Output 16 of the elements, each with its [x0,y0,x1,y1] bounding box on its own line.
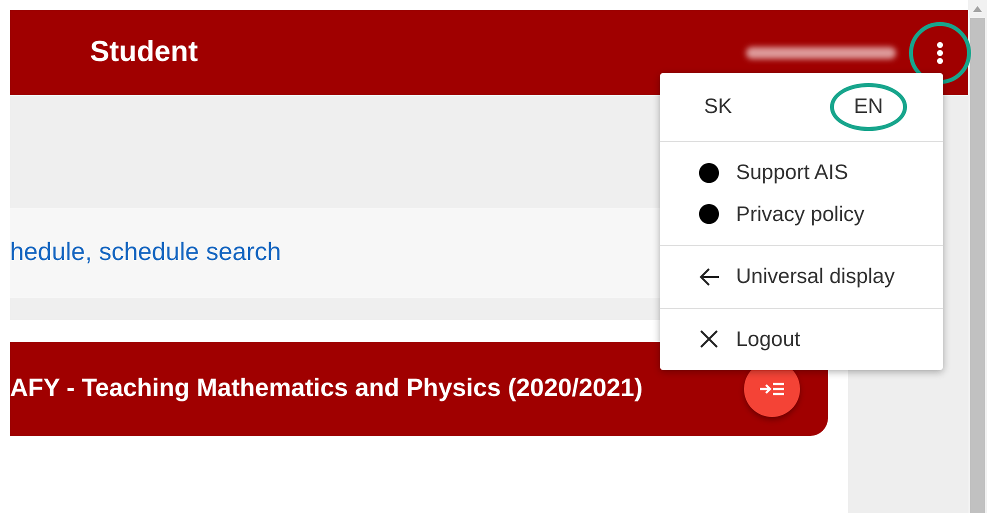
dot-icon [698,203,720,226]
arrow-list-icon [759,381,785,397]
close-icon [698,328,720,350]
menu-item[interactable]: Logout [660,318,943,360]
more-icon [936,40,944,64]
menu-item[interactable]: Support AIS [660,152,943,194]
header-title: Student [90,34,198,70]
study-title: AFY - Teaching Mathematics and Physics (2020/2021) [10,373,644,404]
language-option[interactable]: SK [694,89,742,125]
language-option[interactable]: EN [830,83,907,131]
schedule-link[interactable]: hedule, schedule search [10,234,282,272]
dot-icon [698,162,720,184]
menu-item[interactable]: Universal display [660,256,943,298]
menu-item[interactable]: Privacy policy [660,194,943,235]
back-arrow-icon [698,266,720,288]
scrollbar-thumb[interactable] [970,18,985,513]
